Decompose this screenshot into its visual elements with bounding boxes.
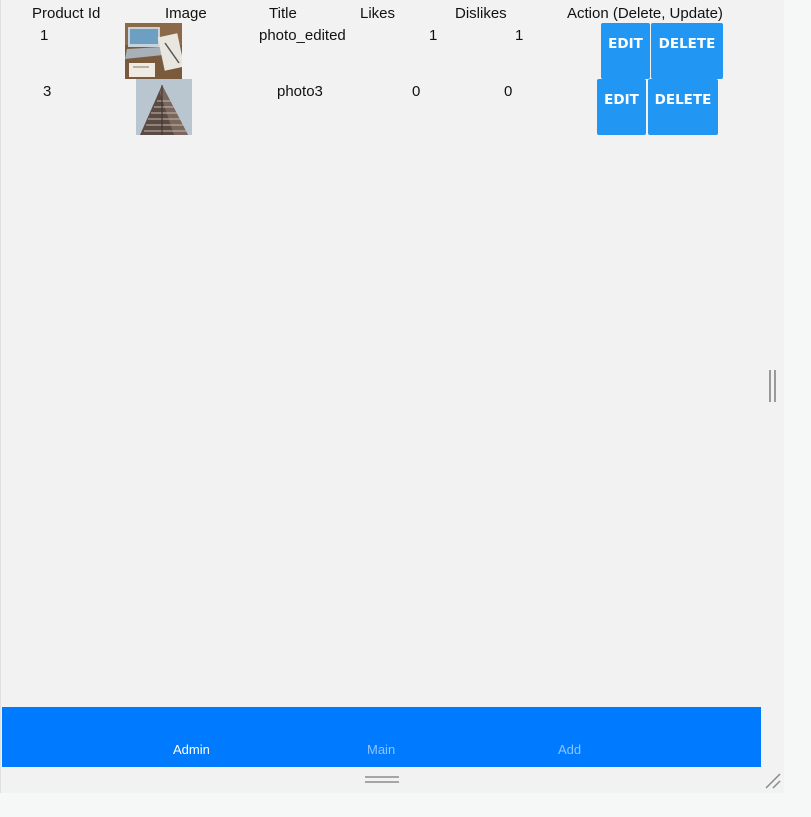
header-dislikes: Dislikes [455, 5, 507, 22]
title-cell: photo_edited [259, 27, 346, 44]
title-cell: photo3 [277, 83, 323, 100]
likes-cell: 1 [429, 27, 438, 44]
header-likes: Likes [360, 5, 396, 22]
nav-item-add[interactable]: Add [558, 742, 581, 757]
header-image: Image [165, 5, 207, 22]
bottom-navigation: Admin Main Add [2, 707, 761, 767]
dislikes-cell: 0 [504, 83, 513, 100]
product-id-cell: 3 [43, 83, 52, 100]
product-id-cell: 1 [40, 27, 49, 44]
dislikes-cell: 1 [515, 27, 524, 44]
header-title: Title [269, 5, 297, 22]
laptop-desk-photo [125, 23, 182, 79]
header-product-id: Product Id [32, 5, 101, 22]
delete-button[interactable]: DELETE [648, 79, 718, 135]
nav-item-main[interactable]: Main [367, 742, 395, 757]
delete-button[interactable]: DELETE [651, 23, 723, 79]
side-resize-handle[interactable] [769, 370, 777, 402]
nav-item-admin[interactable]: Admin [173, 742, 210, 757]
edit-button[interactable]: EDIT [601, 23, 650, 79]
edit-button[interactable]: EDIT [597, 79, 646, 135]
app-frame: Product Id Image Title Likes Dislikes Ac… [0, 0, 784, 793]
bottom-drag-handle[interactable] [365, 776, 399, 786]
header-action: Action (Delete, Update) [567, 5, 723, 22]
building-photo [136, 79, 192, 135]
resize-grip-icon[interactable] [764, 772, 782, 790]
likes-cell: 0 [412, 83, 421, 100]
